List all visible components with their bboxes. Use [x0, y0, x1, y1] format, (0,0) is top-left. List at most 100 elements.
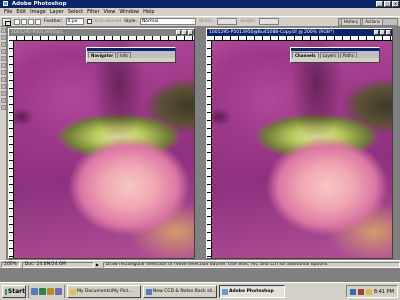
brush-icon[interactable]	[1, 63, 6, 68]
tab-layers[interactable]: Layers	[319, 52, 339, 58]
height-label: Height:	[239, 19, 256, 24]
menu-window[interactable]: Window	[117, 8, 141, 16]
tab-channels[interactable]: Channels	[292, 52, 319, 58]
close-icon[interactable]: ×	[392, 1, 399, 7]
start-button[interactable]: Start	[2, 285, 26, 298]
width-input[interactable]	[216, 18, 237, 25]
palette-tabs: Channels Layers Paths	[291, 51, 379, 58]
feather-label: Feather:	[44, 19, 63, 24]
intersect-selection-icon[interactable]	[35, 18, 41, 25]
text-icon[interactable]	[1, 91, 6, 96]
menu-select[interactable]: Select	[66, 8, 85, 16]
toolbox	[0, 27, 7, 260]
document-title-bar[interactable]: 1005295-P5013950@1...	[9, 29, 194, 36]
task-photoshop[interactable]: Adobe Photoshop	[219, 285, 285, 298]
status-hint: Draw rectangular selection or move selec…	[102, 261, 400, 268]
document-title-bar[interactable]: 1005295-P5013950@Bu4508B-Copy.tif @ 200%…	[207, 29, 392, 36]
minimize-icon[interactable]: _	[376, 1, 383, 7]
quick-launch	[28, 285, 65, 298]
add-selection-icon[interactable]	[21, 18, 27, 25]
taskbar: Start My Documents\My Pict... New CCD & …	[0, 282, 400, 300]
close-icon[interactable]	[386, 30, 391, 35]
antialiased-checkbox[interactable]	[86, 19, 92, 24]
flower-shadows	[212, 41, 392, 258]
stamp-icon[interactable]	[1, 70, 6, 75]
magic-wand-icon[interactable]	[1, 49, 6, 54]
marquee-tool-icon[interactable]	[2, 17, 11, 26]
maximize-icon[interactable]	[182, 30, 187, 35]
tab-history[interactable]: History	[341, 18, 362, 25]
close-icon[interactable]	[188, 30, 193, 35]
photoshop-icon	[3, 1, 8, 6]
options-bar: Feather: 0 px Anti-aliased Style: Normal…	[0, 16, 400, 27]
desktop-icon[interactable]	[39, 288, 46, 295]
style-select[interactable]: Normal	[139, 18, 196, 25]
lasso-icon[interactable]	[1, 42, 6, 47]
photoshop-icon	[222, 288, 228, 295]
menu-edit[interactable]: Edit	[14, 8, 28, 16]
tab-navigator[interactable]: Navigator	[88, 52, 117, 58]
crop-icon[interactable]	[1, 56, 6, 61]
menu-view[interactable]: View	[102, 8, 118, 16]
hand-icon[interactable]	[1, 98, 6, 103]
folder-icon[interactable]	[47, 288, 54, 295]
tab-paths[interactable]: Paths	[339, 52, 357, 58]
selection-mode-buttons	[14, 18, 41, 25]
document-controls	[176, 30, 193, 35]
zoom-icon[interactable]	[1, 105, 6, 110]
channels-palette: Channels Layers Paths	[290, 47, 380, 63]
new-selection-icon[interactable]	[14, 18, 20, 25]
workspace-bottom	[0, 268, 400, 282]
menu-file[interactable]: File	[2, 8, 14, 16]
document-title: 1005295-P5013950@1...	[11, 30, 68, 35]
tab-info[interactable]: Info	[117, 52, 131, 58]
document-controls	[374, 30, 391, 35]
zoom-level[interactable]: 200%	[1, 261, 20, 268]
task-label: My Documents\My Pict...	[77, 289, 133, 294]
browser-icon[interactable]	[31, 288, 38, 295]
start-label: Start	[7, 288, 25, 295]
doc-size: Doc: 24.6M/24.6M	[21, 261, 94, 268]
windows-logo-icon	[5, 288, 7, 295]
network-icon[interactable]	[349, 288, 356, 295]
marquee-icon[interactable]	[1, 28, 6, 33]
menu-bar: File Edit Image Layer Select Filter View…	[0, 8, 400, 16]
system-tray: 8:41 PM	[345, 285, 398, 298]
menu-help[interactable]: Help	[141, 8, 156, 16]
width-label: Width:	[198, 19, 214, 24]
image-canvas[interactable]	[14, 41, 194, 258]
menu-layer[interactable]: Layer	[48, 8, 66, 16]
menu-filter[interactable]: Filter	[85, 8, 101, 16]
antivirus-icon[interactable]	[357, 288, 364, 295]
gradient-icon[interactable]	[1, 84, 6, 89]
app-title-bar: Adobe Photoshop _ □ ×	[0, 0, 400, 8]
maximize-icon[interactable]	[380, 30, 385, 35]
document-icon	[146, 288, 152, 295]
status-bar: 200% Doc: 24.6M/24.6M ▶ Draw rectangular…	[0, 260, 400, 268]
task-my-documents[interactable]: My Documents\My Pict...	[67, 285, 141, 298]
window-controls: _ □ ×	[376, 1, 399, 7]
maximize-icon[interactable]: □	[384, 1, 391, 7]
tab-actions[interactable]: Actions	[362, 18, 383, 25]
app-icon[interactable]	[55, 288, 62, 295]
status-menu-icon[interactable]: ▶	[96, 262, 101, 268]
task-ccd-notes[interactable]: New CCD & Notes Back sh...	[143, 285, 217, 298]
speaker-icon[interactable]	[365, 288, 372, 295]
clock[interactable]: 8:41 PM	[374, 289, 394, 295]
task-label: New CCD & Notes Back sh...	[153, 289, 217, 294]
app-title: Adobe Photoshop	[11, 1, 67, 7]
antialiased-label: Anti-aliased	[94, 19, 122, 24]
image-canvas[interactable]	[212, 41, 392, 258]
minimize-icon[interactable]	[374, 30, 379, 35]
move-icon[interactable]	[1, 35, 6, 40]
minimize-icon[interactable]	[176, 30, 181, 35]
palette-tabs: Navigator Info	[87, 51, 175, 58]
palette-well: History Actions	[338, 18, 398, 26]
flower-shadows	[14, 41, 194, 258]
style-label: Style:	[124, 19, 137, 24]
eraser-icon[interactable]	[1, 77, 6, 82]
subtract-selection-icon[interactable]	[28, 18, 34, 25]
height-input[interactable]	[258, 18, 279, 25]
menu-image[interactable]: Image	[28, 8, 48, 16]
feather-input[interactable]: 0 px	[65, 18, 84, 25]
